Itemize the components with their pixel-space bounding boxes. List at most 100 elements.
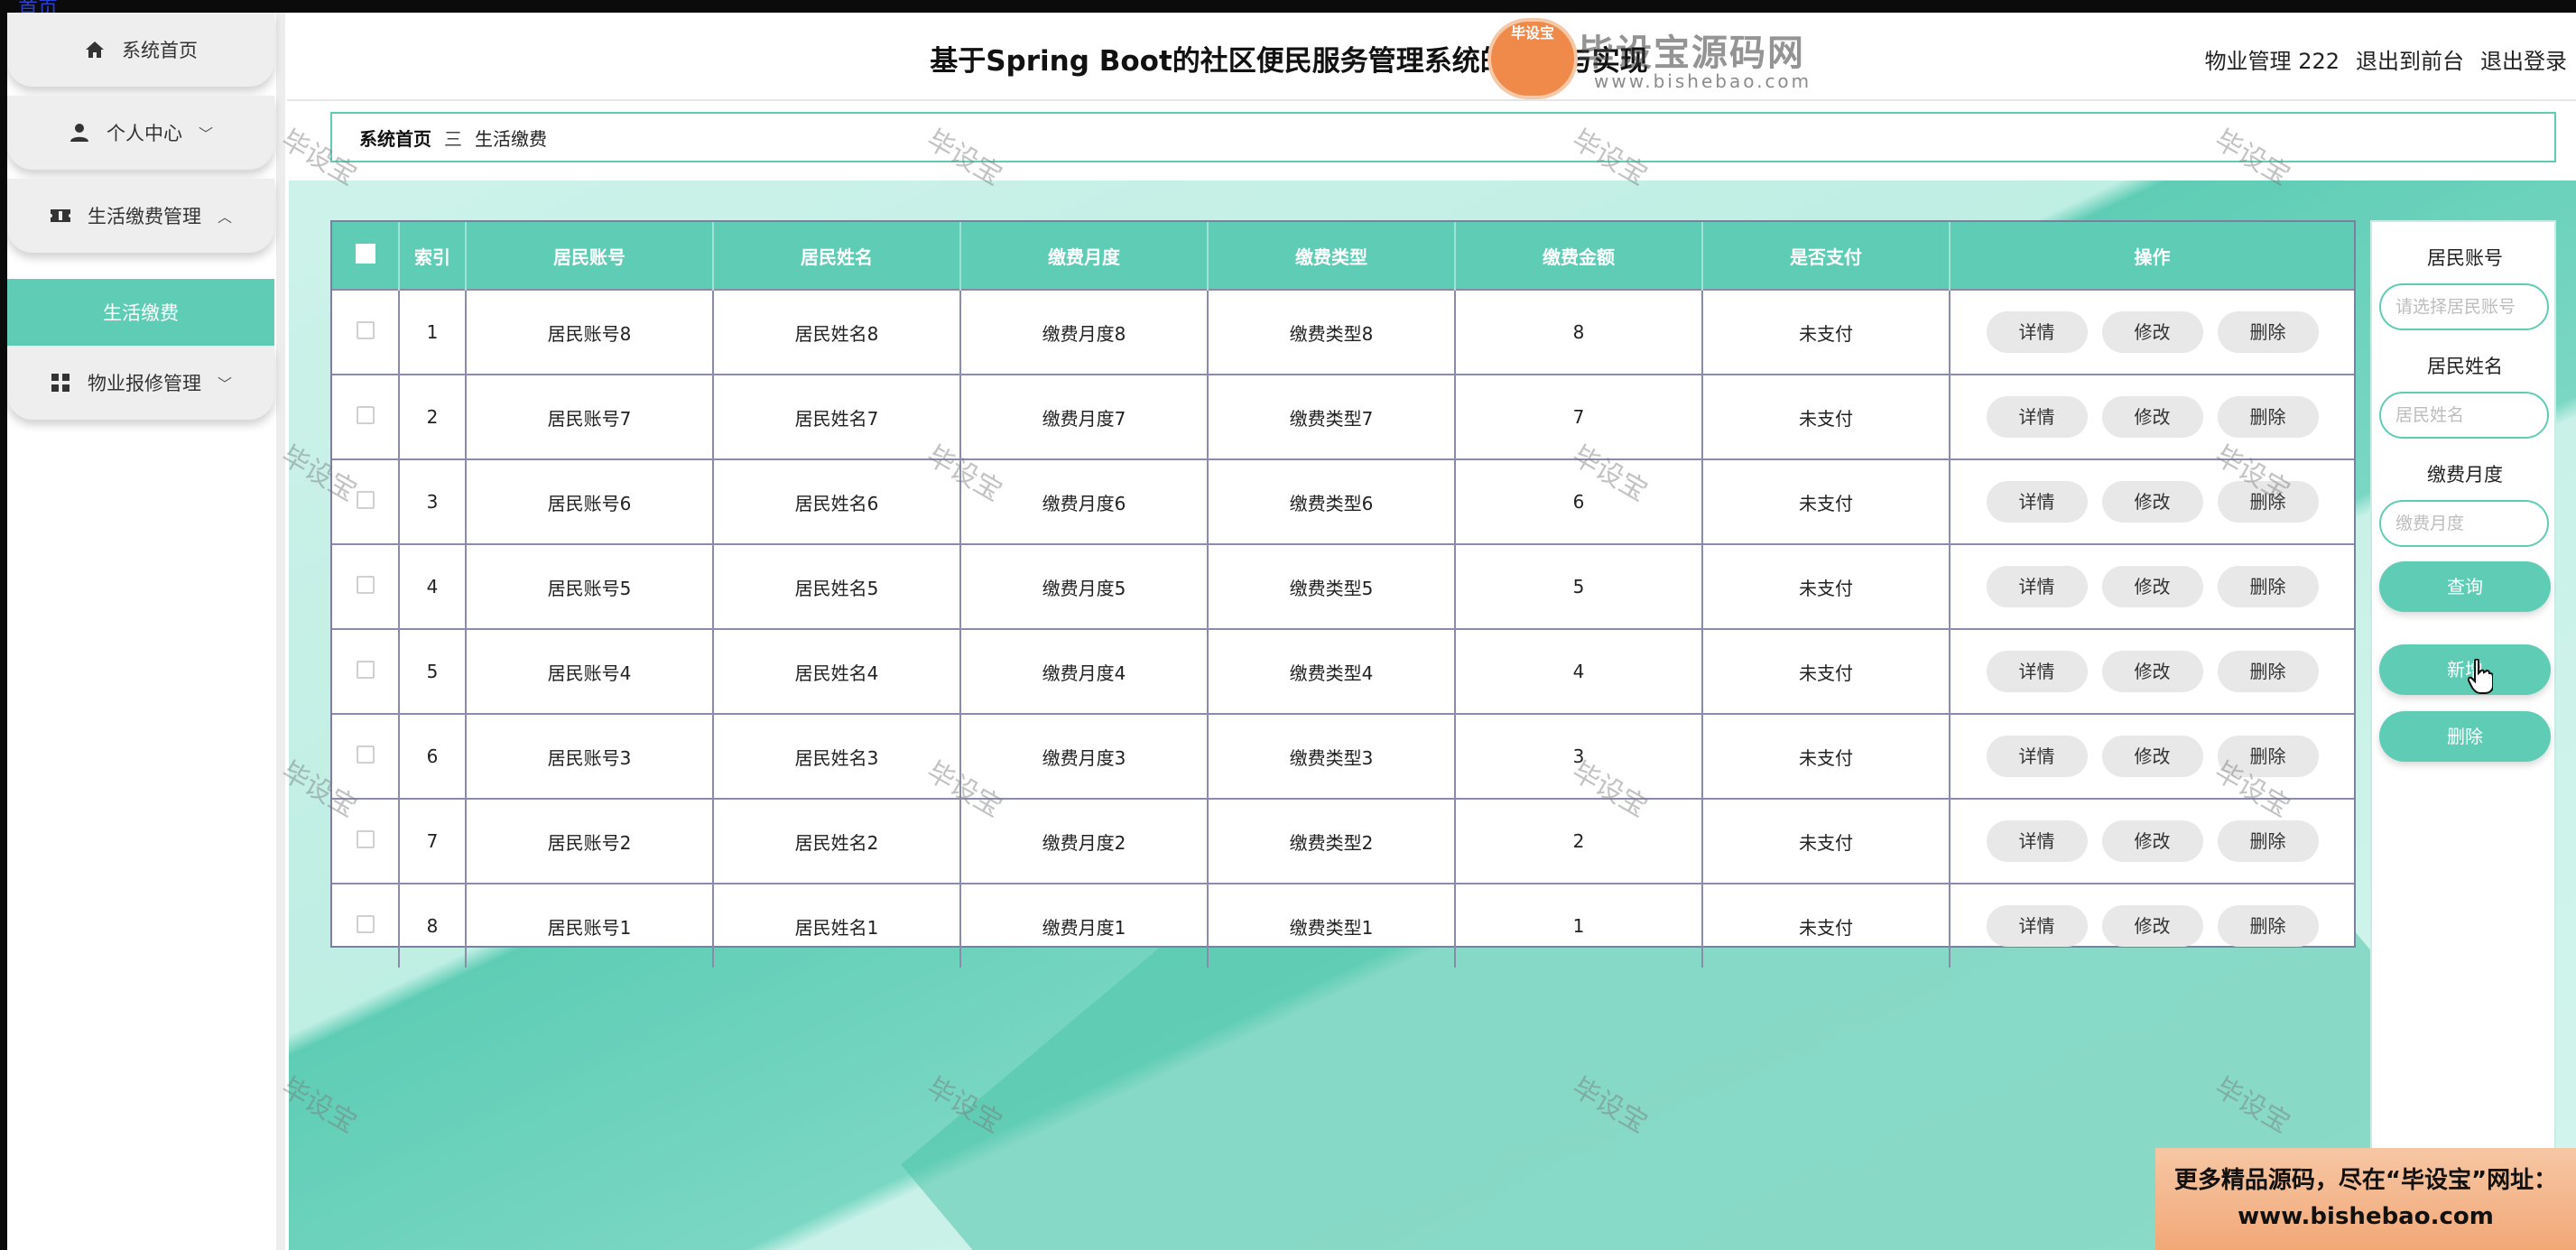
row-checkbox[interactable] [356, 575, 375, 594]
sidebar-item-payment-mgmt[interactable]: 生活缴费管理 ︿ [7, 179, 274, 253]
cell-amount: 2 [1455, 798, 1703, 884]
detail-button[interactable]: 详情 [1986, 481, 2088, 523]
cell-account: 居民账号2 [466, 798, 714, 884]
detail-button[interactable]: 详情 [1986, 651, 2088, 692]
row-checkbox[interactable] [356, 914, 375, 933]
table-row: 5 居民账号4 居民姓名4 缴费月度4 缴费类型4 4 未支付 详情 修改 删除 [332, 628, 2354, 714]
batch-delete-button[interactable]: 删除 [2379, 711, 2551, 762]
edit-button[interactable]: 修改 [2101, 820, 2203, 862]
row-select-cell [332, 374, 400, 459]
sidebar-item-label: 个人中心 [106, 123, 182, 144]
delete-button[interactable]: 删除 [2217, 311, 2319, 353]
logout-link[interactable]: 退出登录 [2480, 43, 2567, 75]
detail-button[interactable]: 详情 [1986, 566, 2088, 607]
grid-icon [50, 372, 71, 394]
account-select[interactable]: 请选择居民账号 [2379, 283, 2549, 330]
detail-button[interactable]: 详情 [1986, 905, 2088, 947]
column-header: 缴费类型 [1208, 222, 1456, 290]
sidebar-item-home[interactable]: 系统首页 [7, 13, 274, 87]
cell-name: 居民姓名4 [713, 628, 961, 714]
edit-button[interactable]: 修改 [2101, 566, 2203, 607]
cell-type: 缴费类型5 [1208, 543, 1456, 629]
select-all-checkbox[interactable] [355, 243, 375, 264]
sidebar-item-repair-mgmt[interactable]: 物业报修管理 ﹀ [7, 346, 274, 420]
row-select-cell [332, 458, 400, 544]
cell-amount: 6 [1455, 458, 1703, 544]
delete-button[interactable]: 删除 [2217, 820, 2319, 862]
sidebar-subitem-payment[interactable]: 生活缴费 [7, 279, 274, 346]
delete-button[interactable]: 删除 [2217, 651, 2319, 692]
detail-button[interactable]: 详情 [1986, 396, 2088, 438]
row-select-cell [332, 289, 400, 375]
row-checkbox[interactable] [356, 660, 375, 679]
cell-paid: 未支付 [1702, 883, 1951, 968]
row-select-cell [332, 798, 400, 884]
query-button[interactable]: 查询 [2379, 561, 2551, 612]
current-user: 物业管理 222 [2204, 49, 2340, 74]
cell-type: 缴费类型4 [1208, 628, 1456, 714]
cell-actions: 详情 修改 删除 [1950, 798, 2354, 884]
left-edge [0, 13, 7, 1250]
cell-type: 缴费类型8 [1208, 289, 1456, 375]
edit-button[interactable]: 修改 [2101, 736, 2203, 777]
cell-actions: 详情 修改 删除 [1950, 289, 2354, 375]
user-icon [69, 122, 90, 144]
cell-month: 缴费月度5 [960, 543, 1209, 629]
edit-button[interactable]: 修改 [2101, 651, 2203, 692]
add-button[interactable]: 新增 [2379, 644, 2551, 695]
row-checkbox[interactable] [356, 829, 375, 848]
delete-button[interactable]: 删除 [2217, 905, 2319, 947]
chevron-up-icon: ︿ [217, 208, 232, 226]
detail-button[interactable]: 详情 [1986, 311, 2088, 353]
cell-index: 8 [399, 883, 467, 968]
row-select-cell [332, 628, 400, 714]
delete-button[interactable]: 删除 [2217, 396, 2319, 438]
logo-badge: 毕设宝 [1487, 18, 1578, 99]
breadcrumb-home[interactable]: 系统首页 [359, 125, 431, 151]
cell-name: 居民姓名7 [713, 374, 961, 459]
home-icon [84, 39, 106, 60]
row-checkbox[interactable] [356, 490, 375, 509]
sidebar-item-personal[interactable]: 个人中心 ﹀ [7, 96, 274, 170]
column-header: 居民账号 [466, 222, 714, 290]
exit-to-front-link[interactable]: 退出到前台 [2356, 43, 2464, 75]
column-header: 缴费月度 [960, 222, 1209, 290]
name-input[interactable]: 居民姓名 [2379, 392, 2549, 439]
column-header: 是否支付 [1702, 222, 1951, 290]
delete-button[interactable]: 删除 [2217, 566, 2319, 607]
table-row: 6 居民账号3 居民姓名3 缴费月度3 缴费类型3 3 未支付 详情 修改 删除 [332, 713, 2354, 799]
row-checkbox[interactable] [356, 405, 375, 424]
cell-paid: 未支付 [1702, 289, 1951, 375]
row-checkbox[interactable] [356, 745, 375, 764]
month-input[interactable]: 缴费月度 [2379, 500, 2549, 547]
column-header: 缴费金额 [1455, 222, 1703, 290]
cell-month: 缴费月度6 [960, 458, 1209, 544]
cell-month: 缴费月度3 [960, 713, 1209, 799]
page-title: 基于Spring Boot的社区便民服务管理系统的设计与实现 [930, 45, 1648, 78]
table-row: 3 居民账号6 居民姓名6 缴费月度6 缴费类型6 6 未支付 详情 修改 删除 [332, 458, 2354, 544]
edit-button[interactable]: 修改 [2101, 481, 2203, 523]
table-row: 2 居民账号7 居民姓名7 缴费月度7 缴费类型7 7 未支付 详情 修改 删除 [332, 374, 2354, 459]
edit-button[interactable]: 修改 [2101, 905, 2203, 947]
promo-line-2[interactable]: www.bishebao.com [2155, 1199, 2576, 1235]
cell-paid: 未支付 [1702, 458, 1951, 544]
cell-account: 居民账号8 [466, 289, 714, 375]
cell-month: 缴费月度7 [960, 374, 1209, 459]
table-row: 8 居民账号1 居民姓名1 缴费月度1 缴费类型1 1 未支付 详情 修改 删除 [332, 883, 2354, 968]
cell-index: 6 [399, 713, 467, 799]
promo-line-1: 更多精品源码，尽在“毕设宝”网址： [2173, 1167, 2558, 1194]
delete-button[interactable]: 删除 [2217, 736, 2319, 777]
edit-button[interactable]: 修改 [2101, 311, 2203, 353]
edit-button[interactable]: 修改 [2101, 396, 2203, 438]
cell-amount: 1 [1455, 883, 1703, 968]
cell-name: 居民姓名6 [713, 458, 961, 544]
name-label: 居民姓名 [2427, 356, 2503, 377]
delete-button[interactable]: 删除 [2217, 481, 2319, 523]
cell-index: 4 [399, 543, 467, 629]
row-checkbox[interactable] [356, 320, 375, 339]
table-row: 4 居民账号5 居民姓名5 缴费月度5 缴费类型5 5 未支付 详情 修改 删除 [332, 543, 2354, 629]
breadcrumb: 系统首页 三 生活缴费 [330, 112, 2556, 162]
account-label: 居民账号 [2427, 247, 2503, 269]
detail-button[interactable]: 详情 [1986, 736, 2088, 777]
detail-button[interactable]: 详情 [1986, 820, 2088, 862]
